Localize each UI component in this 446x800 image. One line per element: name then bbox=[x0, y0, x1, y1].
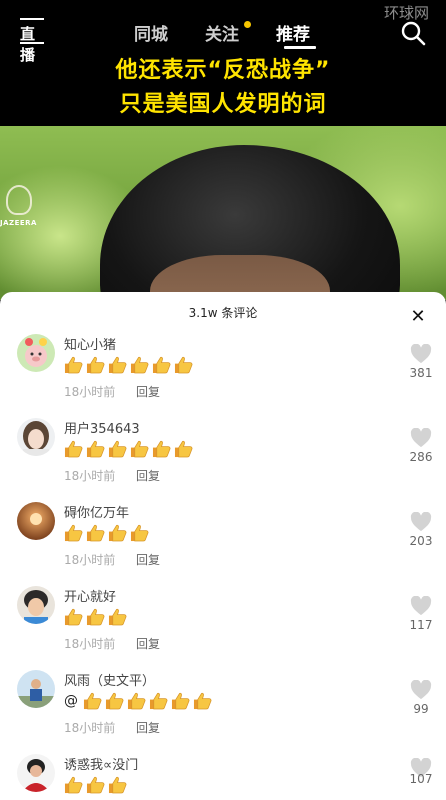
like-count: 99 bbox=[413, 702, 429, 716]
thumbs-up-emoji bbox=[108, 608, 127, 626]
heart-icon[interactable] bbox=[410, 596, 432, 616]
thumbs-up-emoji bbox=[86, 524, 105, 542]
thumbs-row bbox=[64, 354, 196, 373]
comment-username[interactable]: 开心就好 bbox=[64, 586, 116, 605]
top-nav-bar: 直播 同城 关注 推荐 环球网 bbox=[0, 0, 446, 64]
comments-count-title: 3.1w 条评论 bbox=[188, 306, 258, 320]
reply-button[interactable]: 回复 bbox=[136, 467, 160, 484]
heart-icon[interactable] bbox=[410, 428, 432, 448]
thumbs-up-emoji bbox=[86, 608, 105, 626]
thumbs-row bbox=[64, 606, 130, 625]
thumbs-up-emoji bbox=[64, 440, 83, 458]
comment-item: 开心就好 18小时前 回复 117 bbox=[0, 586, 446, 670]
thumbs-row bbox=[64, 774, 130, 793]
heart-icon[interactable] bbox=[410, 344, 432, 364]
comment-text bbox=[64, 354, 196, 374]
comment-text bbox=[64, 522, 152, 542]
thumbs-up-emoji bbox=[64, 608, 83, 626]
avatar[interactable] bbox=[17, 502, 55, 540]
like-count: 107 bbox=[409, 772, 433, 786]
thumbs-up-emoji bbox=[174, 356, 193, 374]
aljazeera-logo: JAZEERA bbox=[0, 185, 46, 227]
avatar[interactable] bbox=[17, 334, 55, 372]
comment-item: 用户354643 18小时前 回复 286 bbox=[0, 418, 446, 502]
comment-time: 18小时前 bbox=[64, 469, 116, 483]
tab-recommend[interactable]: 推荐 bbox=[276, 20, 310, 45]
thumbs-up-emoji bbox=[105, 692, 124, 710]
reply-button[interactable]: 回复 bbox=[136, 551, 160, 568]
comment-item: 知心小猪 18小时前 回复 381 bbox=[0, 334, 446, 418]
close-icon[interactable]: ✕ bbox=[408, 308, 428, 328]
thumbs-up-emoji bbox=[64, 356, 83, 374]
comment-time: 18小时前 bbox=[64, 385, 116, 399]
thumbs-row bbox=[83, 690, 215, 709]
comment-item: 碍你亿万年 18小时前 回复 203 bbox=[0, 502, 446, 586]
comment-username[interactable]: 用户354643 bbox=[64, 418, 140, 437]
tab-following[interactable]: 关注 bbox=[205, 20, 239, 45]
comment-text bbox=[64, 774, 130, 794]
thumbs-up-emoji bbox=[130, 356, 149, 374]
thumbs-up-emoji bbox=[130, 440, 149, 458]
thumbs-up-emoji bbox=[174, 440, 193, 458]
reply-button[interactable]: 回复 bbox=[136, 635, 160, 652]
thumbs-up-emoji bbox=[171, 692, 190, 710]
thumbs-up-emoji bbox=[83, 692, 102, 710]
comment-time: 18小时前 bbox=[64, 721, 116, 735]
like-count: 381 bbox=[409, 366, 433, 380]
comment-time: 18小时前 bbox=[64, 553, 116, 567]
thumbs-up-emoji bbox=[130, 524, 149, 542]
video-player[interactable]: JAZEERA 直播 同城 关注 推荐 环球网 他还表示“反恐战争” 只是美国人… bbox=[0, 0, 446, 300]
video-caption-line-1: 他还表示“反恐战争” bbox=[115, 58, 331, 83]
thumbs-up-emoji bbox=[86, 440, 105, 458]
notification-dot bbox=[244, 21, 251, 28]
thumbs-up-emoji bbox=[108, 524, 127, 542]
reply-button[interactable]: 回复 bbox=[136, 719, 160, 736]
comment-text: @ bbox=[64, 690, 215, 710]
like-count: 117 bbox=[409, 618, 433, 632]
thumbs-up-emoji bbox=[108, 356, 127, 374]
like-count: 203 bbox=[409, 534, 433, 548]
tab-local[interactable]: 同城 bbox=[134, 20, 168, 45]
like-count: 286 bbox=[409, 450, 433, 464]
thumbs-up-emoji bbox=[152, 356, 171, 374]
thumbs-up-emoji bbox=[64, 776, 83, 794]
watermark: 环球网 bbox=[384, 4, 430, 22]
comment-item: 风雨（史文平） @ 18小时前 回复 99 bbox=[0, 670, 446, 754]
reply-button[interactable]: 回复 bbox=[136, 383, 160, 400]
thumbs-up-emoji bbox=[86, 776, 105, 794]
heart-icon[interactable] bbox=[410, 512, 432, 532]
avatar[interactable] bbox=[17, 670, 55, 708]
comment-text bbox=[64, 438, 196, 458]
active-tab-indicator bbox=[284, 46, 316, 49]
heart-icon[interactable] bbox=[410, 680, 432, 700]
comment-item: 诱惑我∝没门 107 bbox=[0, 754, 446, 800]
comment-username[interactable]: 诱惑我∝没门 bbox=[64, 754, 138, 773]
comment-username[interactable]: 知心小猪 bbox=[64, 334, 116, 353]
video-caption-line-2: 只是美国人发明的词 bbox=[119, 92, 327, 117]
thumbs-up-emoji bbox=[149, 692, 168, 710]
avatar[interactable] bbox=[17, 586, 55, 624]
avatar[interactable] bbox=[17, 418, 55, 456]
search-icon[interactable] bbox=[400, 20, 426, 46]
thumbs-row bbox=[64, 522, 152, 541]
comments-panel: 3.1w 条评论 ✕ 知心小猪 18小时前 回复 381 用户354643 18… bbox=[0, 292, 446, 800]
comment-username[interactable]: 碍你亿万年 bbox=[64, 502, 129, 521]
thumbs-up-emoji bbox=[86, 356, 105, 374]
comment-username[interactable]: 风雨（史文平） bbox=[64, 670, 155, 689]
video-logo-text: JAZEERA bbox=[0, 219, 37, 227]
thumbs-up-emoji bbox=[127, 692, 146, 710]
thumbs-up-emoji bbox=[64, 524, 83, 542]
thumbs-up-emoji bbox=[152, 440, 171, 458]
thumbs-up-emoji bbox=[108, 440, 127, 458]
thumbs-up-emoji bbox=[193, 692, 212, 710]
comment-text bbox=[64, 606, 130, 626]
comment-time: 18小时前 bbox=[64, 637, 116, 651]
thumbs-row bbox=[64, 438, 196, 457]
avatar[interactable] bbox=[17, 754, 55, 792]
live-icon[interactable]: 直播 bbox=[20, 18, 46, 64]
thumbs-up-emoji bbox=[108, 776, 127, 794]
